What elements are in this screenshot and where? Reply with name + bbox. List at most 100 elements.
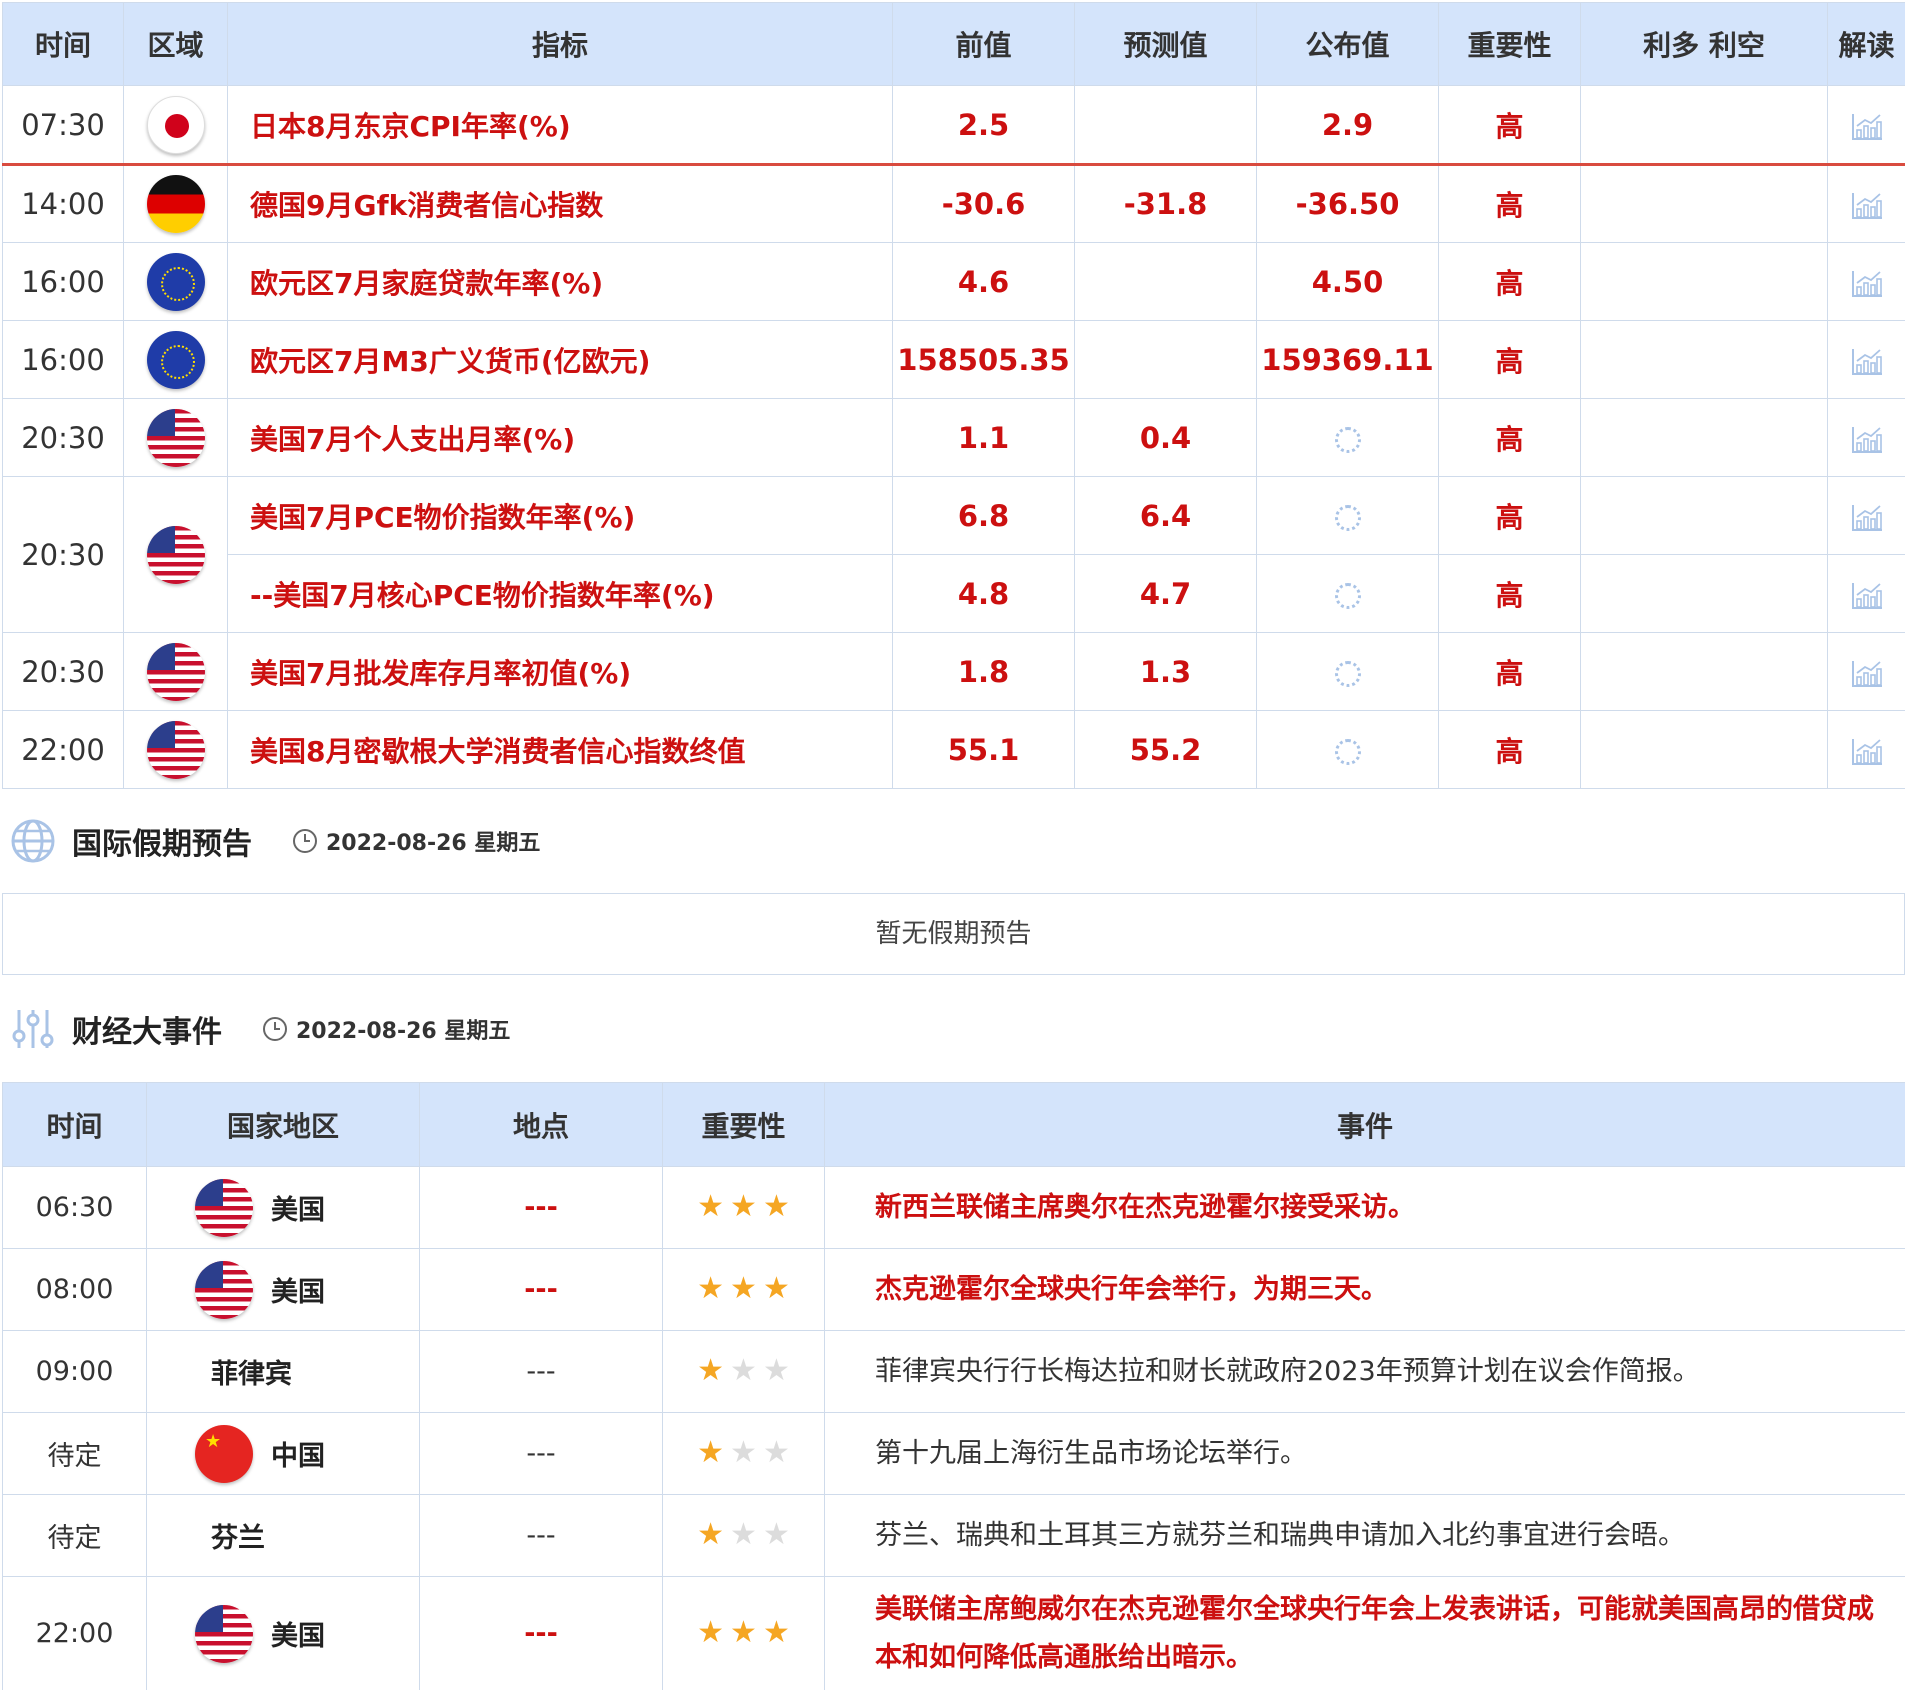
chart-icon[interactable] bbox=[1850, 503, 1884, 533]
impact-cell bbox=[1580, 242, 1828, 321]
chart-icon[interactable] bbox=[1850, 659, 1884, 689]
actual-value: 4.50 bbox=[1256, 242, 1439, 321]
indicator-link[interactable]: 德国9月Gfk消费者信心指数 bbox=[227, 164, 893, 243]
forecast-value bbox=[1074, 85, 1257, 166]
country-name: 芬兰 bbox=[211, 1523, 265, 1554]
indicator-link[interactable]: 美国8月密歇根大学消费者信心指数终值 bbox=[227, 710, 893, 789]
forecast-value: -31.8 bbox=[1074, 164, 1257, 243]
indicator-link[interactable]: 美国7月个人支出月率(%) bbox=[227, 398, 893, 477]
event-row: 待定 中国 --- ★★★ 第十九届上海衍生品市场论坛举行。 bbox=[2, 1412, 1905, 1495]
country-cell: 芬兰 bbox=[146, 1494, 420, 1577]
impact-cell bbox=[1580, 398, 1828, 477]
indicator-link[interactable]: 日本8月东京CPI年率(%) bbox=[227, 85, 893, 166]
star-filled-icon: ★ bbox=[762, 1189, 790, 1224]
chart-icon[interactable] bbox=[1850, 581, 1884, 611]
analysis-cell[interactable] bbox=[1827, 476, 1905, 555]
forecast-value bbox=[1074, 320, 1257, 399]
analysis-cell[interactable] bbox=[1827, 398, 1905, 477]
region-cell bbox=[123, 632, 228, 711]
indicator-link[interactable]: 美国7月PCE物价指数年率(%) bbox=[227, 476, 893, 555]
indicators-header-row: 时间 区域 指标 前值 预测值 公布值 重要性 利多 利空 解读 bbox=[2, 2, 1905, 86]
country-cell: 美国 bbox=[146, 1576, 420, 1690]
previous-value: 1.8 bbox=[892, 632, 1075, 711]
indicator-row: 20:30 美国7月个人支出月率(%) 1.1 0.4 高 bbox=[2, 398, 1905, 477]
chart-icon[interactable] bbox=[1850, 112, 1884, 142]
importance-badge: 高 bbox=[1438, 164, 1581, 243]
event-place: --- bbox=[419, 1248, 663, 1331]
event-time: 06:30 bbox=[2, 1166, 147, 1249]
chart-icon[interactable] bbox=[1850, 347, 1884, 377]
forecast-value: 55.2 bbox=[1074, 710, 1257, 789]
analysis-cell[interactable] bbox=[1827, 85, 1905, 166]
chart-icon[interactable] bbox=[1850, 425, 1884, 455]
holidays-section-header: 国际假期预告 2022-08-26 星期五 bbox=[10, 818, 540, 864]
forecast-value bbox=[1074, 242, 1257, 321]
forecast-value: 6.4 bbox=[1074, 476, 1257, 555]
indicator-link[interactable]: 欧元区7月家庭贷款年率(%) bbox=[227, 242, 893, 321]
forecast-value: 4.7 bbox=[1074, 554, 1257, 633]
indicator-link[interactable]: 欧元区7月M3广义货币(亿欧元) bbox=[227, 320, 893, 399]
region-cell bbox=[123, 85, 228, 166]
actual-value: 2.9 bbox=[1256, 85, 1439, 166]
header-analysis: 解读 bbox=[1827, 2, 1905, 86]
previous-value: 6.8 bbox=[892, 476, 1075, 555]
event-description: 美联储主席鲍威尔在杰克逊霍尔全球央行年会上发表讲话，可能就美国高昂的借贷成本和如… bbox=[824, 1576, 1905, 1690]
star-empty-icon: ★ bbox=[762, 1517, 790, 1552]
forecast-value: 0.4 bbox=[1074, 398, 1257, 477]
country-cell: 中国 bbox=[146, 1412, 420, 1495]
region-cell bbox=[123, 320, 228, 399]
star-filled-icon: ★ bbox=[697, 1615, 725, 1650]
impact-cell bbox=[1580, 85, 1828, 166]
us-flag-icon bbox=[195, 1604, 253, 1663]
star-filled-icon: ★ bbox=[730, 1189, 757, 1224]
events-header-row: 时间 国家地区 地点 重要性 事件 bbox=[2, 1082, 1905, 1167]
sliders-icon bbox=[12, 1010, 54, 1048]
star-empty-icon: ★ bbox=[730, 1353, 757, 1388]
country-name: 美国 bbox=[271, 1277, 325, 1308]
analysis-cell[interactable] bbox=[1827, 320, 1905, 399]
star-filled-icon: ★ bbox=[697, 1271, 725, 1306]
event-description: 菲律宾央行行长梅达拉和财长就政府2023年预算计划在议会作简报。 bbox=[824, 1330, 1905, 1413]
importance-stars: ★ ★ ★ bbox=[662, 1576, 825, 1690]
chart-icon[interactable] bbox=[1850, 737, 1884, 767]
indicator-row: 20:30 美国7月PCE物价指数年率(%) 6.8 6.4 高 bbox=[2, 476, 1905, 633]
us-flag-icon bbox=[146, 408, 205, 467]
release-time: 20:30 bbox=[2, 476, 124, 633]
event-row: 08:00 美国 --- ★ ★ ★ 杰克逊霍尔全球央行年会举行，为期三天。 bbox=[2, 1248, 1905, 1331]
holidays-title: 国际假期预告 bbox=[72, 827, 252, 862]
event-place: --- bbox=[419, 1166, 663, 1249]
chart-icon[interactable] bbox=[1850, 269, 1884, 299]
event-row: 09:00 菲律宾 --- ★ ★ ★ 菲律宾央行行长梅达拉和财长就政府2023年预… bbox=[2, 1330, 1905, 1413]
indicator-link[interactable]: --美国7月核心PCE物价指数年率(%) bbox=[227, 554, 893, 633]
importance-badge: 高 bbox=[1438, 476, 1581, 555]
region-cell bbox=[123, 710, 228, 789]
indicator-row: --美国7月核心PCE物价指数年率(%) 4.8 4.7 高 bbox=[3, 554, 1905, 633]
event-time: 08:00 bbox=[2, 1248, 147, 1331]
us-flag-icon bbox=[146, 525, 205, 584]
analysis-cell[interactable] bbox=[1827, 710, 1905, 789]
event-row: 22:00 美国 --- ★ ★ ★ 美联储主席鲍威尔在杰克逊霍尔全球央行年会上发表… bbox=[2, 1576, 1905, 1690]
previous-value: 4.8 bbox=[892, 554, 1075, 633]
eu-flag-icon bbox=[146, 330, 205, 389]
forecast-value: 1.3 bbox=[1074, 632, 1257, 711]
clock-icon bbox=[293, 829, 317, 853]
analysis-cell[interactable] bbox=[1827, 554, 1905, 633]
analysis-cell[interactable] bbox=[1827, 164, 1905, 243]
star-empty-icon: ★ bbox=[730, 1517, 757, 1552]
previous-value: 4.6 bbox=[892, 242, 1075, 321]
header-time: 时间 bbox=[2, 2, 124, 86]
star-filled-icon: ★ bbox=[730, 1615, 757, 1650]
release-time: 14:00 bbox=[2, 164, 124, 243]
importance-stars: ★ ★ ★ bbox=[662, 1494, 825, 1577]
event-description: 新西兰联储主席奥尔在杰克逊霍尔接受采访。 bbox=[824, 1166, 1905, 1249]
importance-badge: 高 bbox=[1438, 398, 1581, 477]
analysis-cell[interactable] bbox=[1827, 632, 1905, 711]
indicator-link[interactable]: 美国7月批发库存月率初值(%) bbox=[227, 632, 893, 711]
cn-flag-icon bbox=[195, 1424, 253, 1483]
event-place: --- bbox=[419, 1330, 663, 1413]
chart-icon[interactable] bbox=[1850, 191, 1884, 221]
indicators-table: 时间 区域 指标 前值 预测值 公布值 重要性 利多 利空 解读 07:30 日… bbox=[2, 2, 1905, 789]
release-time: 16:00 bbox=[2, 242, 124, 321]
analysis-cell[interactable] bbox=[1827, 242, 1905, 321]
indicator-row: 16:00 欧元区7月家庭贷款年率(%) 4.6 4.50 高 bbox=[2, 242, 1905, 321]
